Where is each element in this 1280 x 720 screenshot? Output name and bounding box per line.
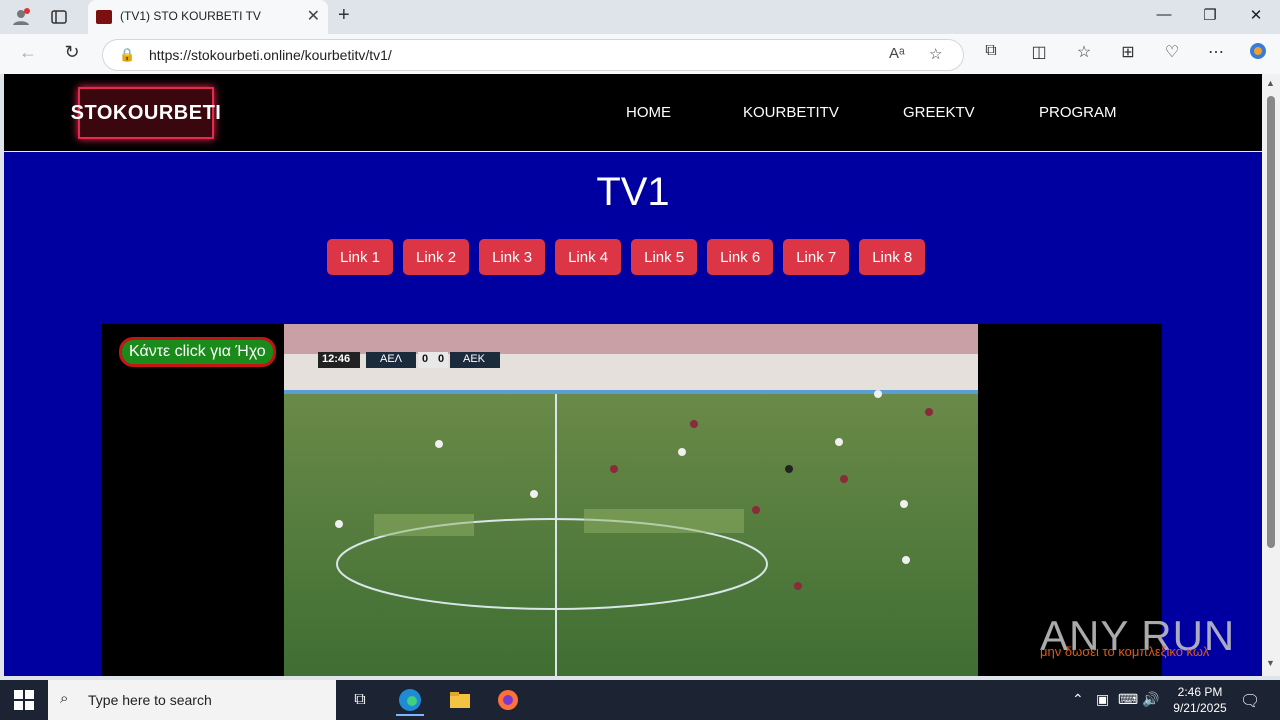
favorites-icon[interactable]: ☆ <box>1070 42 1098 62</box>
task-view-icon[interactable]: ⧉ <box>346 686 374 714</box>
volume-icon[interactable]: 🔊 <box>1142 691 1159 708</box>
read-aloud-icon[interactable]: Aᵃ <box>889 45 905 62</box>
extensions-icon[interactable]: ⧉ <box>977 42 1005 60</box>
tab-title: (TV1) STO KOURBETI TV <box>120 9 261 23</box>
scroll-down-icon[interactable]: ▼ <box>1266 658 1275 668</box>
away-score: 0 <box>438 353 445 365</box>
link-2-button[interactable]: Link 2 <box>403 239 470 275</box>
link-3-button[interactable]: Link 3 <box>479 239 546 275</box>
back-icon[interactable]: ← <box>14 42 42 66</box>
close-tab-icon[interactable]: ✕ <box>307 6 320 26</box>
nav-program[interactable]: PROGRAM <box>1039 104 1117 121</box>
link-5-button[interactable]: Link 5 <box>631 239 698 275</box>
web-page: STOKOURBETI HOME KOURBETITV GREEKTV PROG… <box>4 74 1262 676</box>
link-8-button[interactable]: Link 8 <box>859 239 926 275</box>
score-time: 12:46 <box>322 353 351 365</box>
overlay-caption: μην δωσει το κομπλεξικο κωλ <box>1040 644 1210 659</box>
tab-actions-icon[interactable] <box>46 5 72 29</box>
minimize-icon[interactable]: — <box>1141 6 1187 23</box>
tray-device-icon[interactable]: ▣ <box>1096 691 1109 708</box>
url-text[interactable]: https://stokourbeti.online/kourbetitv/tv… <box>149 47 392 63</box>
address-toolbar: ← ↻ 🔒 https://stokourbeti.online/kourbet… <box>0 34 1280 74</box>
scroll-up-icon[interactable]: ▲ <box>1266 78 1275 88</box>
tab-active[interactable]: (TV1) STO KOURBETI TV ✕ <box>88 0 328 34</box>
address-bar[interactable]: 🔒 https://stokourbeti.online/kourbetitv/… <box>102 39 964 71</box>
taskbar-clock[interactable]: 2:46 PM 9/21/2025 <box>1160 684 1240 716</box>
more-menu-icon[interactable]: ⋯ <box>1202 42 1230 62</box>
nav-kourbetitv[interactable]: KOURBETITV <box>743 104 839 121</box>
browser-essentials-icon[interactable]: ♡ <box>1158 42 1186 62</box>
browser-tab-bar: (TV1) STO KOURBETI TV ✕ + — ❐ ✕ <box>0 0 1280 34</box>
split-screen-icon[interactable]: ◫ <box>1025 42 1053 62</box>
search-placeholder: Type here to search <box>88 692 212 708</box>
stream-links: Link 1 Link 2 Link 3 Link 4 Link 5 Link … <box>327 239 926 275</box>
copilot-icon[interactable] <box>1244 42 1272 65</box>
link-6-button[interactable]: Link 6 <box>707 239 774 275</box>
favorite-star-icon[interactable]: ☆ <box>929 45 942 63</box>
link-7-button[interactable]: Link 7 <box>783 239 850 275</box>
page-scrollbar[interactable]: ▲ ▼ <box>1262 74 1280 676</box>
clock-time: 2:46 PM <box>1177 685 1223 699</box>
video-player[interactable]: 12:46 ΑΕΛ 0 0 ΑΕΚ Κάντε click για Ήχο <box>102 324 1162 676</box>
favicon-icon <box>96 10 112 24</box>
firefox-icon[interactable] <box>494 686 522 714</box>
start-icon[interactable] <box>14 690 34 710</box>
search-icon: ⌕ <box>60 690 69 707</box>
clock-date: 9/21/2025 <box>1173 701 1227 715</box>
home-team: ΑΕΛ <box>380 353 403 365</box>
enable-sound-button[interactable]: Κάντε click για Ήχο <box>119 337 276 367</box>
lock-icon[interactable]: 🔒 <box>119 47 135 63</box>
file-explorer-icon[interactable] <box>446 686 474 714</box>
home-score: 0 <box>422 353 429 365</box>
nav-greektv[interactable]: GREEKTV <box>903 104 975 121</box>
nav-home[interactable]: HOME <box>626 104 671 121</box>
new-tab-icon[interactable]: + <box>338 4 350 27</box>
collections-icon[interactable]: ⊞ <box>1114 42 1142 62</box>
tray-chevron-icon[interactable]: ⌃ <box>1072 691 1084 708</box>
taskbar-search[interactable]: ⌕ Type here to search <box>48 680 336 720</box>
site-logo[interactable]: STOKOURBETI <box>71 87 221 139</box>
link-1-button[interactable]: Link 1 <box>327 239 394 275</box>
network-icon[interactable]: ⌨ <box>1118 691 1138 708</box>
profile-icon[interactable] <box>8 5 34 29</box>
close-window-icon[interactable]: ✕ <box>1233 6 1279 24</box>
scrollbar-thumb[interactable] <box>1267 96 1275 548</box>
link-4-button[interactable]: Link 4 <box>555 239 622 275</box>
restore-icon[interactable]: ❐ <box>1187 6 1233 24</box>
refresh-icon[interactable]: ↻ <box>58 42 86 66</box>
away-team: ΑΕΚ <box>463 353 486 365</box>
football-pitch-image <box>284 324 978 676</box>
windows-taskbar: ⌕ Type here to search ⧉ ⌃ ▣ ⌨ 🔊 2:46 PM … <box>0 680 1280 720</box>
video-frame[interactable]: 12:46 ΑΕΛ 0 0 ΑΕΚ <box>284 324 978 676</box>
site-header: STOKOURBETI HOME KOURBETITV GREEKTV PROG… <box>4 74 1262 152</box>
notifications-icon[interactable]: 🗨 <box>1240 691 1260 711</box>
edge-taskbar-icon[interactable] <box>396 686 424 716</box>
page-title: TV1 <box>596 170 670 214</box>
